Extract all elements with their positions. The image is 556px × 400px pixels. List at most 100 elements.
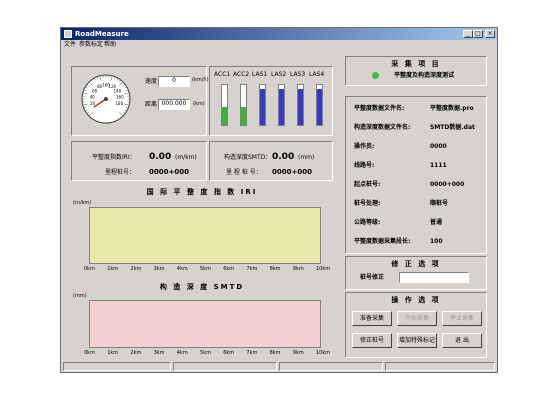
x-tick-label: 2km bbox=[130, 350, 142, 356]
close-button[interactable]: × bbox=[485, 30, 495, 38]
speed-unit: (km/h) bbox=[192, 77, 209, 83]
x-tick-label: 10km bbox=[316, 266, 331, 272]
iri-label: 平整度指数IRI： bbox=[92, 154, 136, 161]
collect-item: 平整度及构造深度测试 bbox=[394, 72, 455, 79]
gauge-tick-label: 140 bbox=[114, 88, 122, 93]
operation-button[interactable]: 增加特殊标记 bbox=[397, 333, 437, 348]
iri-plot-area bbox=[89, 207, 321, 264]
x-tick-label: 7km bbox=[246, 266, 258, 272]
info-value: SMTD数据.dat bbox=[430, 124, 475, 131]
status-indicator-icon bbox=[372, 72, 379, 79]
sensor-label: ACC2 bbox=[233, 71, 250, 78]
menu-bar: 文件 参数标定 帮助 bbox=[61, 40, 497, 50]
sensor-bar-fill bbox=[317, 89, 322, 125]
status-cell-2 bbox=[173, 362, 277, 371]
speed-label: 速度 bbox=[145, 78, 158, 85]
sensor-label: LAS2 bbox=[271, 71, 287, 78]
x-tick-label: 8km bbox=[269, 350, 281, 356]
smtd-pile-value: 0000+000 bbox=[272, 168, 312, 176]
iri-chart: 国 际 平 整 度 指 数 IRI (m/km) 0km 1km 2km 3km 4km… bbox=[71, 185, 333, 277]
iri-unit: (m/km) bbox=[175, 154, 197, 161]
smtd-plot-area bbox=[89, 300, 321, 348]
info-label: 起点桩号: bbox=[354, 181, 381, 188]
distance-value: 000.000 bbox=[158, 99, 190, 110]
x-tick-label: 4km bbox=[176, 266, 188, 272]
operation-button[interactable]: 修正桩号 bbox=[352, 333, 392, 348]
info-label: 桩号处理: bbox=[354, 200, 381, 207]
operation-button[interactable]: 停止采集 bbox=[442, 311, 482, 326]
speed-panel: 20 40 60 80 100 120 140 160 180 速度 0 (km/h) 距离 0… bbox=[71, 66, 209, 136]
gauge-tick-label: 180 bbox=[115, 101, 123, 106]
smtd-readout-panel: 构造深度SMTD： 0.00 (mm) 里 程 桩 号： 0000+000 bbox=[209, 141, 333, 181]
smtd-value: 0.00 bbox=[272, 152, 295, 162]
pile-correction-label: 桩号修正 bbox=[360, 274, 385, 281]
menu-calibration[interactable]: 参数标定 bbox=[79, 41, 103, 49]
x-tick-label: 0km bbox=[84, 350, 95, 356]
sensor-panel: ACC1 ACC2 LAS1 LAS2 LAS3 LAS4 bbox=[209, 66, 333, 136]
x-tick-label: 6km bbox=[223, 266, 235, 272]
iri-pile-label: 里程桩号： bbox=[105, 169, 136, 176]
status-cell-4 bbox=[385, 362, 495, 371]
info-label: 公路等级: bbox=[354, 219, 381, 226]
maximize-button[interactable]: □ bbox=[473, 30, 483, 38]
x-tick-label: 3km bbox=[153, 266, 165, 272]
operation-button[interactable]: 准备采集 bbox=[352, 311, 392, 326]
speed-value: 0 bbox=[158, 76, 190, 87]
menu-help[interactable]: 帮助 bbox=[104, 41, 116, 49]
x-tick-label: 0km bbox=[84, 266, 95, 272]
distance-label: 距离 bbox=[145, 101, 158, 108]
iri-chart-ylabel: (m/km) bbox=[73, 200, 92, 206]
info-label: 平整度数据文件名: bbox=[354, 105, 405, 112]
x-tick-label: 2km bbox=[130, 266, 142, 272]
sensor-bar bbox=[240, 84, 247, 126]
status-cell-1 bbox=[63, 362, 171, 371]
x-tick-label: 3km bbox=[153, 350, 165, 356]
smtd-chart-title: 构 造 深 度 SMTD bbox=[159, 283, 245, 291]
pile-correction-input[interactable] bbox=[399, 272, 469, 283]
x-tick-label: 5km bbox=[200, 266, 211, 272]
sensor-label: LAS3 bbox=[290, 71, 306, 78]
menu-file[interactable]: 文件 bbox=[64, 41, 76, 49]
app-icon bbox=[64, 30, 72, 38]
info-panel: 平整度数据文件名: 平整度数据.pro 构造深度数据文件名: SMTD数据.dat 操作… bbox=[345, 96, 487, 254]
sensor-label: LAS4 bbox=[309, 71, 325, 78]
x-tick-label: 6km bbox=[223, 350, 235, 356]
x-tick-label: 9km bbox=[292, 350, 304, 356]
sensor-bar-fill bbox=[222, 107, 227, 125]
sensor-bar bbox=[259, 84, 266, 126]
operations-title: 操 作 选 项 bbox=[391, 296, 441, 304]
x-tick-label: 4km bbox=[176, 350, 188, 356]
info-value: 0000 bbox=[430, 143, 447, 150]
x-tick-label: 5km bbox=[200, 350, 211, 356]
smtd-chart: 构 造 深 度 SMTD (mm) 0km 1km 2km 3km 4km 5km 6km 7… bbox=[71, 280, 333, 360]
info-value: 0000+000 bbox=[430, 181, 465, 188]
sensor-label: LAS1 bbox=[252, 71, 268, 78]
iri-chart-title: 国 际 平 整 度 指 数 IRI bbox=[146, 188, 258, 196]
info-label: 平整度数据采集段长: bbox=[354, 238, 411, 245]
correction-title: 修 正 选 项 bbox=[391, 260, 441, 268]
operation-button[interactable]: 退 出 bbox=[442, 333, 482, 348]
window-title: RoadMeasure bbox=[75, 30, 129, 38]
gauge-tick-label: 40 bbox=[90, 94, 96, 99]
gauge-tick-label: 160 bbox=[116, 94, 124, 99]
x-tick-label: 1km bbox=[107, 350, 119, 356]
sensor-label: ACC1 bbox=[214, 71, 231, 78]
gauge-tick-label: 20 bbox=[90, 101, 96, 106]
info-value: 顺桩号 bbox=[430, 200, 449, 207]
minimize-button[interactable]: _ bbox=[463, 30, 473, 38]
status-cell-3 bbox=[279, 362, 383, 371]
title-bar[interactable]: RoadMeasure _ □ × bbox=[61, 28, 497, 40]
info-value: 1111 bbox=[430, 162, 447, 169]
sensor-bar-fill bbox=[298, 89, 303, 125]
sensor-bar bbox=[278, 84, 285, 126]
collect-title: 采 集 项 目 bbox=[391, 60, 441, 68]
smtd-chart-ylabel: (mm) bbox=[73, 293, 87, 299]
info-label: 构造深度数据文件名: bbox=[354, 124, 411, 131]
x-tick-label: 9km bbox=[292, 266, 304, 272]
sensor-bar-fill bbox=[279, 89, 284, 125]
iri-value: 0.00 bbox=[149, 152, 172, 162]
operation-button[interactable]: 开始采集 bbox=[397, 311, 437, 326]
sensor-bar bbox=[221, 84, 228, 126]
speedometer: 20406080 100120140160180 bbox=[81, 74, 131, 124]
info-value: 平整度数据.pro bbox=[430, 105, 474, 112]
